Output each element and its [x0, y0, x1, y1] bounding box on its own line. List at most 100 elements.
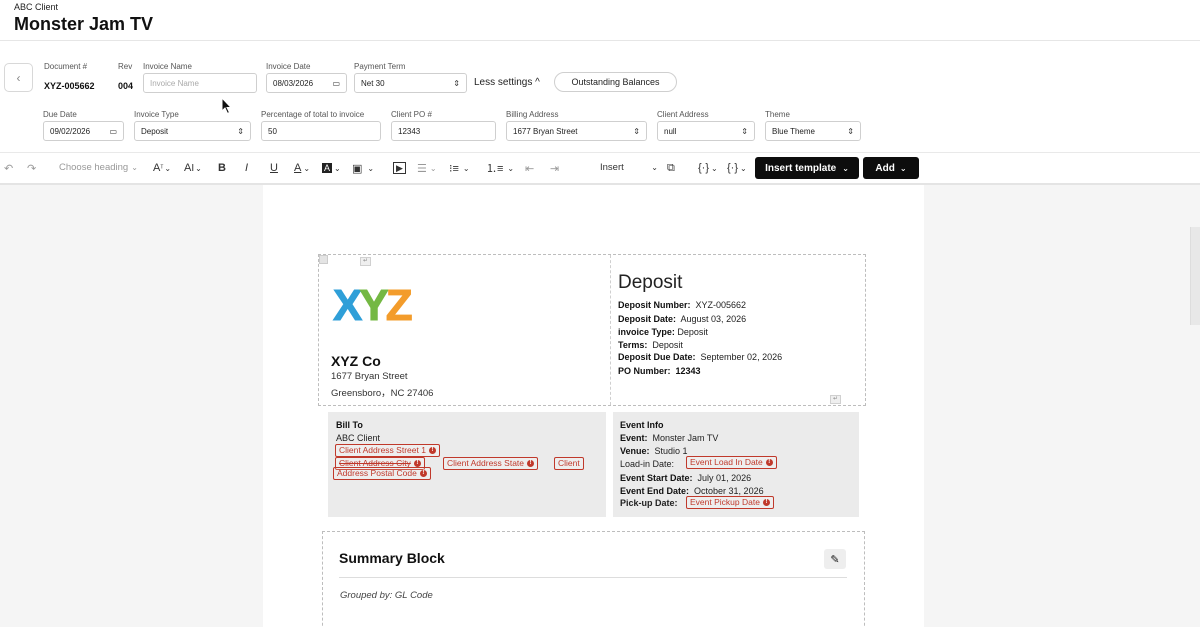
- placeholder-event-load-in-date[interactable]: Event Load In Date!: [686, 456, 777, 469]
- media-embed-button[interactable]: ▶: [393, 160, 406, 176]
- bill-to-heading: Bill To: [336, 420, 363, 430]
- variables-button[interactable]: {·} ⌄: [698, 160, 718, 176]
- chevron-down-icon: ⌄: [462, 163, 470, 173]
- summary-divider: [339, 577, 847, 578]
- add-button[interactable]: Add ⌄: [863, 157, 919, 179]
- italic-button[interactable]: I: [245, 160, 248, 176]
- percentage-label: Percentage of total to invoice: [261, 110, 365, 119]
- chevron-down-icon: ⌄: [334, 163, 341, 173]
- insert-select[interactable]: Insert ⌄: [600, 159, 658, 175]
- font-color-button[interactable]: A ⌄: [294, 160, 310, 176]
- font-size-icon: A: [153, 162, 161, 174]
- placeholder-client[interactable]: Client: [554, 457, 584, 470]
- conditional-variables-button[interactable]: {·} ⌄: [727, 160, 747, 176]
- indent-icon: ⇥: [550, 162, 560, 175]
- undo-icon[interactable]: ↶: [4, 160, 13, 176]
- heading-select[interactable]: Choose heading ⌄: [59, 159, 138, 175]
- client-address-value: null: [664, 126, 677, 136]
- less-settings-button[interactable]: Less settings ^: [474, 77, 540, 88]
- indent-button[interactable]: ⇥: [550, 160, 559, 176]
- billing-address-value: 1677 Bryan Street: [513, 126, 578, 136]
- bullet-list-button[interactable]: ⁝≡ ⌄: [449, 160, 470, 176]
- edit-button[interactable]: ✎: [824, 549, 846, 569]
- deposit-title: Deposit: [618, 272, 683, 293]
- highlight-button[interactable]: A ⌄: [322, 160, 341, 176]
- select-arrows-icon: ⇕: [741, 126, 748, 136]
- due-date-value: 09/02/2026: [50, 126, 91, 136]
- warning-icon: !: [765, 459, 773, 466]
- calendar-icon[interactable]: ▭: [328, 79, 340, 88]
- calendar-icon[interactable]: ▭: [105, 127, 117, 136]
- placeholder-address-postal-code[interactable]: Address Postal Code!: [333, 467, 431, 480]
- billing-address-select[interactable]: 1677 Bryan Street ⇕: [506, 121, 647, 141]
- payment-term-select[interactable]: Net 30 ⇕: [354, 73, 467, 93]
- outstanding-balances-button[interactable]: Outstanding Balances: [554, 72, 677, 92]
- event-info-heading: Event Info: [620, 420, 664, 430]
- block-handle[interactable]: [319, 255, 328, 264]
- payment-term-value: Net 30: [361, 78, 385, 88]
- invoice-date-label: Invoice Date: [266, 62, 311, 71]
- chevron-down-icon: ⌄: [651, 162, 658, 172]
- align-button[interactable]: ☰ ⌄: [417, 160, 437, 176]
- pencil-icon: ✎: [830, 553, 840, 566]
- invoice-name-input[interactable]: Invoice Name: [143, 73, 257, 93]
- add-label: Add: [875, 162, 895, 174]
- client-address-select[interactable]: null ⇕: [657, 121, 755, 141]
- invoice-type-select[interactable]: Deposit ⇕: [134, 121, 251, 141]
- chevron-down-icon: ⌄: [303, 163, 311, 173]
- deposit-number-row: Deposit Number: XYZ-005662: [618, 300, 747, 310]
- percentage-input[interactable]: 50: [261, 121, 381, 141]
- client-address-label: Client Address: [657, 110, 709, 119]
- select-arrows-icon: ⇕: [847, 126, 854, 136]
- image-icon: ▣: [352, 162, 363, 175]
- invoice-date-input[interactable]: 08/03/2026 ▭: [266, 73, 347, 93]
- back-button[interactable]: ‹: [4, 63, 33, 92]
- numbered-list-button[interactable]: ⒈≡ ⌄: [486, 160, 514, 176]
- source-button[interactable]: ⧉: [667, 160, 675, 176]
- image-button[interactable]: ▣ ⌄: [352, 160, 374, 176]
- client-po-input[interactable]: 12343: [391, 121, 496, 141]
- bold-button[interactable]: B: [218, 160, 226, 176]
- event-end-date-row: Event End Date: October 31, 2026: [620, 486, 764, 496]
- redo-icon[interactable]: ↷: [27, 160, 36, 176]
- bill-to-client: ABC Client: [336, 433, 381, 443]
- font-size-button[interactable]: Aᵀ ⌄: [153, 160, 171, 176]
- warning-icon: !: [419, 470, 427, 477]
- block-tag-icon[interactable]: ↵: [360, 257, 372, 266]
- placeholder-event-pickup-date[interactable]: Event Pickup Date!: [686, 496, 774, 509]
- due-date-input[interactable]: 09/02/2026 ▭: [43, 121, 124, 141]
- chevron-down-icon: ⌄: [899, 163, 907, 173]
- deposit-date-row: Deposit Date: August 03, 2026: [618, 314, 747, 324]
- billing-address-label: Billing Address: [506, 110, 559, 119]
- align-left-icon: ☰: [417, 162, 427, 175]
- placeholder-client-address-street[interactable]: Client Address Street 1!: [335, 444, 440, 457]
- theme-select[interactable]: Blue Theme ⇕: [765, 121, 861, 141]
- outdent-button[interactable]: ⇤: [525, 160, 534, 176]
- theme-label: Theme: [765, 110, 790, 119]
- chevron-down-icon: ⌄: [429, 163, 437, 173]
- chevron-down-icon: ⌄: [195, 163, 202, 173]
- pick-up-date-label: Pick-up Date:: [620, 498, 678, 508]
- page-title: Monster Jam TV: [14, 14, 154, 34]
- invoice-name-placeholder: Invoice Name: [150, 78, 199, 88]
- font-color-icon: A: [294, 162, 302, 174]
- underline-button[interactable]: U: [270, 160, 278, 176]
- summary-block[interactable]: [322, 531, 865, 627]
- placeholder-client-address-state[interactable]: Client Address State!: [443, 457, 539, 470]
- chevron-down-icon: ⌄: [164, 163, 172, 173]
- payment-term-label: Payment Term: [354, 62, 406, 71]
- insert-template-button[interactable]: Insert template ⌄: [755, 157, 859, 179]
- theme-value: Blue Theme: [772, 126, 815, 136]
- block-tag-icon[interactable]: ↵: [830, 395, 842, 404]
- mouse-cursor-icon: [221, 97, 233, 115]
- header-column-divider: [610, 255, 611, 405]
- font-family-button[interactable]: A I ⌄: [184, 160, 202, 176]
- insert-select-label: Insert: [600, 161, 624, 173]
- document-header-block[interactable]: [318, 254, 866, 406]
- logo-letter-y: Y: [359, 281, 389, 330]
- heading-select-label: Choose heading: [59, 161, 129, 173]
- header-divider: [0, 40, 1200, 41]
- terms-row: Terms: Deposit: [618, 340, 683, 350]
- scrollbar[interactable]: [1190, 227, 1200, 325]
- document-code-icon: ⧉: [667, 161, 675, 174]
